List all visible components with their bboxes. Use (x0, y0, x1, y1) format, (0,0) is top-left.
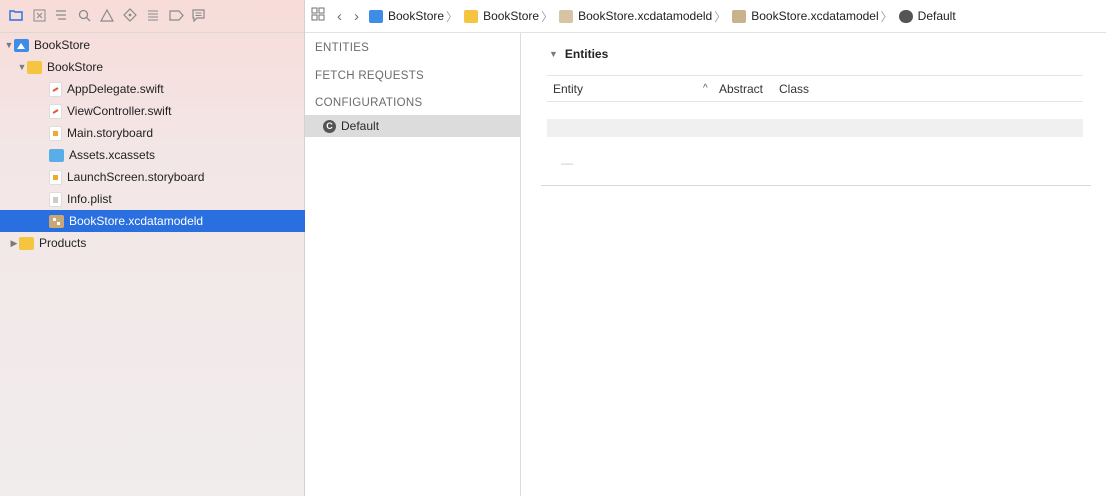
issue-icon[interactable] (99, 7, 115, 23)
outline-fetch-requests-header[interactable]: FETCH REQUESTS (315, 70, 424, 82)
project-navigator: ▼ BookStore ▼ BookStore AppDelegate.swif… (0, 0, 353, 496)
tree-item-file[interactable]: Main.storyboard (0, 122, 353, 144)
tree-item-file[interactable]: LaunchScreen.storyboard (0, 166, 353, 188)
plist-icon (49, 191, 62, 207)
tree-item-file[interactable]: Assets.xcassets (0, 144, 353, 166)
storyboard-icon (49, 169, 62, 185)
tree-item-group[interactable]: ▶ Products (0, 232, 313, 254)
tree-item-label: BookStore.xcdatamodeld (69, 214, 204, 228)
chevron-right-icon: 〉 (714, 9, 727, 24)
chevron-right-icon: 〉 (880, 9, 893, 24)
table-row-empty (547, 119, 1083, 137)
configuration-default-label: Default (341, 119, 380, 133)
tree-item-label: AppDelegate.swift (67, 82, 164, 96)
tree-item-label: LaunchScreen.storyboard (67, 170, 205, 184)
back-icon[interactable]: ‹ (331, 8, 348, 25)
tree-item-label: BookStore (34, 38, 91, 52)
breadcrumb-configuration[interactable]: Default (895, 9, 956, 23)
breadcrumb-xcdatamodeld[interactable]: BookStore.xcdatamodeld 〉 (555, 8, 728, 25)
tree-item-file[interactable]: AppDelegate.swift (0, 78, 353, 100)
breadcrumb-label: BookStore (483, 9, 540, 23)
tree-item-label: Assets.xcassets (69, 148, 156, 162)
entities-section-title: Entities (564, 47, 609, 61)
disclosure-triangle-icon[interactable]: ▼ (17, 62, 27, 72)
tree-item-label: Info.plist (67, 192, 112, 206)
project-icon (369, 9, 383, 23)
breadcrumb-label: BookStore.xcdatamodel (751, 9, 879, 23)
swift-file-icon (49, 81, 62, 97)
tree-item-group[interactable]: ▼ BookStore (0, 56, 321, 78)
breadcrumb-label: Default (917, 9, 956, 23)
configuration-default-row[interactable]: C Default (305, 115, 520, 137)
column-header-abstract[interactable]: Abstract (719, 82, 779, 96)
section-divider (541, 185, 1091, 186)
tree-item-file-selected[interactable]: BookStore.xcdatamodeld (0, 210, 353, 232)
outline-configurations-header[interactable]: CONFIGURATIONS (315, 97, 423, 109)
symbol-icon[interactable] (53, 7, 69, 23)
debug-icon[interactable] (145, 7, 161, 23)
datamodel-version-icon (732, 9, 747, 23)
find-icon[interactable] (76, 7, 92, 23)
column-header-entity[interactable]: Entity (547, 82, 703, 96)
folder-icon (464, 9, 479, 23)
tree-item-label: Products (39, 236, 87, 250)
test-icon[interactable] (122, 7, 138, 23)
entities-table-header: Entity ^ Abstract Class (547, 75, 1083, 102)
column-header-class[interactable]: Class (779, 82, 839, 96)
entities-table: Entity ^ Abstract Class (547, 75, 1083, 137)
breadcrumb-label: BookStore (388, 9, 445, 23)
report-icon[interactable] (190, 7, 206, 23)
storyboard-icon (49, 125, 62, 141)
navigator-toolbar (0, 0, 304, 33)
tree-item-project[interactable]: ▼ BookStore (0, 34, 308, 56)
jump-bar: ‹ › BookStore 〉 BookStore 〉 BookStore.xc… (305, 0, 1106, 33)
folder-icon[interactable] (8, 7, 24, 23)
empty-list-marker: — (561, 156, 573, 170)
breadcrumb-xcdatamodel[interactable]: BookStore.xcdatamodel 〉 (728, 8, 894, 25)
breadcrumb-group[interactable]: BookStore 〉 (460, 8, 555, 25)
project-icon (14, 38, 29, 52)
outline-entities-header[interactable]: ENTITIES (315, 42, 369, 54)
tree-item-label: ViewController.swift (67, 104, 172, 118)
tree-item-label: Main.storyboard (67, 126, 154, 140)
breakpoint-icon[interactable] (168, 7, 184, 23)
model-outline: ENTITIES FETCH REQUESTS CONFIGURATIONS C… (305, 33, 521, 496)
configuration-icon: C (323, 119, 336, 133)
datamodel-icon (559, 9, 574, 23)
folder-icon (27, 60, 42, 74)
breadcrumb-label: BookStore.xcdatamodeld (578, 9, 713, 23)
tree-item-file[interactable]: Info.plist (0, 188, 353, 210)
disclosure-triangle-icon[interactable]: ▶ (9, 238, 19, 249)
entities-section-header[interactable]: ▼ Entities (549, 47, 608, 61)
sort-ascending-icon[interactable]: ^ (703, 83, 719, 94)
tree-item-file[interactable]: ViewController.swift (0, 100, 353, 122)
tree-item-label: BookStore (47, 60, 104, 74)
chevron-right-icon: 〉 (541, 9, 554, 24)
related-items-icon[interactable] (305, 7, 331, 25)
breadcrumb-project[interactable]: BookStore 〉 (365, 8, 460, 25)
configuration-icon (898, 9, 913, 23)
datamodel-icon (49, 214, 64, 228)
forward-icon[interactable]: › (348, 8, 365, 25)
source-control-icon[interactable] (31, 7, 47, 23)
disclosure-triangle-icon[interactable]: ▼ (549, 49, 558, 59)
folder-icon (19, 236, 34, 250)
assets-icon (49, 148, 64, 162)
disclosure-triangle-icon[interactable]: ▼ (4, 40, 14, 50)
chevron-right-icon: 〉 (446, 9, 459, 24)
entities-editor: ▼ Entities Entity ^ Abstract Class — (521, 33, 1106, 496)
swift-file-icon (49, 103, 62, 119)
